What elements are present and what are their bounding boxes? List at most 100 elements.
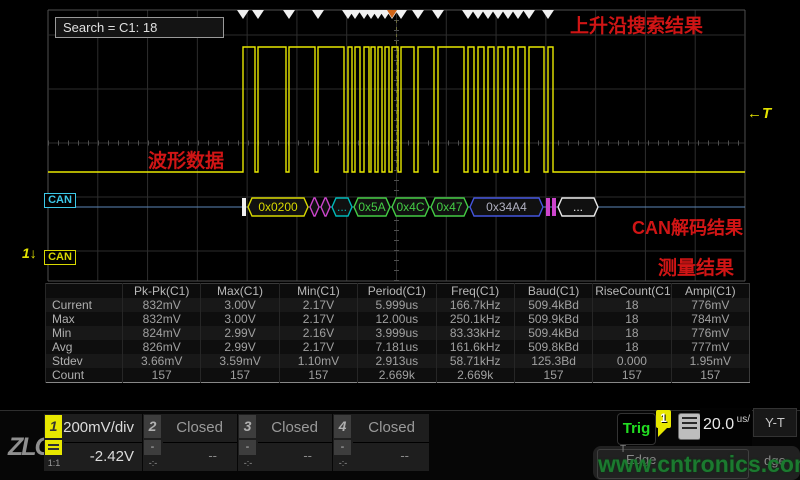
- search-edge-marker-icon: [312, 10, 324, 19]
- measure-row: Current832mV3.00V2.17V5.999us166.7kHz509…: [46, 298, 750, 312]
- measure-cell: 125.3Bd: [514, 354, 592, 368]
- channel3-block[interactable]: 3 - -:- Closed --: [238, 414, 332, 471]
- channel2-block[interactable]: 2 - -:- Closed --: [143, 414, 237, 471]
- measure-cell: 509.4kBd: [514, 298, 592, 312]
- can-decode-value: ...: [337, 200, 347, 214]
- channel3-badge: 3: [239, 415, 256, 438]
- channel2-value: --: [208, 448, 217, 463]
- channel4-badge: 4: [334, 415, 351, 438]
- annotation-rising-edge-search: 上升沿搜索结果: [570, 11, 703, 38]
- annotation-waveform-data: 波形数据: [148, 146, 224, 173]
- timebase-unit: us/: [737, 414, 750, 425]
- channel2-coupling-icon: -: [144, 440, 161, 455]
- measure-cell: 832mV: [123, 312, 201, 326]
- annotation-measure-result: 测量结果: [658, 253, 734, 280]
- measure-cell: 509.8kBd: [514, 340, 592, 354]
- measure-cell: 1.10mV: [279, 354, 357, 368]
- measure-cell: 2.669k: [358, 368, 436, 383]
- timebase-panel[interactable]: 20.0 us/: [700, 408, 752, 446]
- can-decode-value: 0x34A4: [486, 200, 527, 214]
- measure-col-empty: [46, 284, 123, 299]
- channel1-dc-coupling-icon: [45, 440, 62, 455]
- measure-col-header: Min(C1): [279, 284, 357, 299]
- measure-row-label: Max: [46, 312, 123, 326]
- measure-cell: 250.1kHz: [436, 312, 514, 326]
- display-mode-button[interactable]: Y-T: [753, 408, 797, 437]
- measure-cell: 832mV: [123, 298, 201, 312]
- measure-cell: 509.4kBd: [514, 326, 592, 340]
- protocol-list-icon[interactable]: [678, 413, 701, 440]
- channel2-badge: 2: [144, 415, 161, 438]
- measure-row-label: Stdev: [46, 354, 123, 368]
- measure-col-header: Freq(C1): [436, 284, 514, 299]
- can-decode-value: 0x4C: [396, 200, 424, 214]
- can-decode-bar: [546, 198, 550, 216]
- search-edge-marker-icon: [512, 10, 524, 19]
- measure-row: Max832mV3.00V2.17V12.00us250.1kHz509.9kB…: [46, 312, 750, 326]
- measure-cell: 157: [123, 368, 201, 383]
- measure-cell: 83.33kHz: [436, 326, 514, 340]
- measure-cell: 2.17V: [279, 298, 357, 312]
- can-decode-value: 0x5A: [358, 200, 385, 214]
- trigger-level-marker[interactable]: ←T: [747, 105, 771, 122]
- search-edge-marker-icon: [482, 10, 494, 19]
- search-edge-marker-icon: [432, 10, 444, 19]
- measure-cell: 161.6kHz: [436, 340, 514, 354]
- channel4-block[interactable]: 4 - -:- Closed --: [333, 414, 429, 471]
- trig-button[interactable]: Trig: [617, 413, 656, 445]
- measurement-table: Pk-Pk(C1)Max(C1)Min(C1)Period(C1)Freq(C1…: [45, 283, 750, 383]
- search-edge-marker-icon: [412, 10, 424, 19]
- measure-col-header: Ampl(C1): [671, 284, 749, 299]
- measure-cell: 824mV: [123, 326, 201, 340]
- channel1-probe-ratio: 1:1: [45, 458, 63, 468]
- oscilloscope-screen: 0x0200...0x5A0x4C0x470x34A4... Search = …: [0, 0, 800, 480]
- channel1-scale: 200mV/div: [63, 419, 134, 436]
- channel4-probe-ratio: -:-: [334, 458, 352, 468]
- measure-cell: 157: [201, 368, 279, 383]
- measure-cell: 3.00V: [201, 298, 279, 312]
- can-decode-bus-label[interactable]: CAN: [44, 193, 76, 208]
- can-measure-bus-label[interactable]: CAN: [44, 250, 76, 265]
- search-edge-marker-icon: [472, 10, 484, 19]
- can-decode-value: 0x0200: [258, 200, 298, 214]
- channel1-block[interactable]: 1 1:1 200mV/div -2.42V: [44, 414, 142, 471]
- measure-row-label: Current: [46, 298, 123, 312]
- measure-col-header: RiseCount(C1): [593, 284, 671, 299]
- search-edge-marker-icon: [502, 10, 514, 19]
- measure-cell: 18: [593, 326, 671, 340]
- annotation-can-decode-result: CAN解码结果: [632, 214, 743, 240]
- measure-cell: 12.00us: [358, 312, 436, 326]
- channel1-position-marker[interactable]: 1↓: [22, 245, 37, 261]
- measure-cell: 157: [671, 368, 749, 383]
- trigger-channel-tag-tail: [658, 428, 667, 437]
- can-decode-value: 0x47: [436, 200, 462, 214]
- measure-row-label: Avg: [46, 340, 123, 354]
- search-edge-marker-icon: [542, 10, 554, 19]
- measure-row-label: Count: [46, 368, 123, 383]
- channel4-value: --: [400, 448, 409, 463]
- measure-cell: 776mV: [671, 298, 749, 312]
- measure-cell: 2.99V: [201, 340, 279, 354]
- search-edge-marker-icon: [492, 10, 504, 19]
- measure-row: Avg826mV2.99V2.17V7.181us161.6kHz509.8kB…: [46, 340, 750, 354]
- can-decode-bar: [242, 198, 246, 216]
- measure-col-header: Period(C1): [358, 284, 436, 299]
- measure-cell: 3.999us: [358, 326, 436, 340]
- measure-cell: 166.7kHz: [436, 298, 514, 312]
- can-decode-frame-segment: [310, 198, 319, 216]
- trigger-channel-tag-icon[interactable]: 1: [656, 410, 671, 428]
- measure-cell: 3.66mV: [123, 354, 201, 368]
- channel3-probe-ratio: -:-: [239, 458, 257, 468]
- measure-cell: 18: [593, 340, 671, 354]
- measure-cell: 157: [514, 368, 592, 383]
- channel1-badge: 1: [45, 415, 62, 438]
- search-edge-marker-icon: [252, 10, 264, 19]
- can-decode-bar: [552, 198, 556, 216]
- timebase-value: 20.0: [703, 416, 734, 434]
- measure-cell: 2.913us: [358, 354, 436, 368]
- measure-cell: 826mV: [123, 340, 201, 354]
- measure-cell: 18: [593, 298, 671, 312]
- search-status-box[interactable]: Search = C1: 18: [55, 17, 224, 38]
- measure-cell: 3.59mV: [201, 354, 279, 368]
- measure-cell: 784mV: [671, 312, 749, 326]
